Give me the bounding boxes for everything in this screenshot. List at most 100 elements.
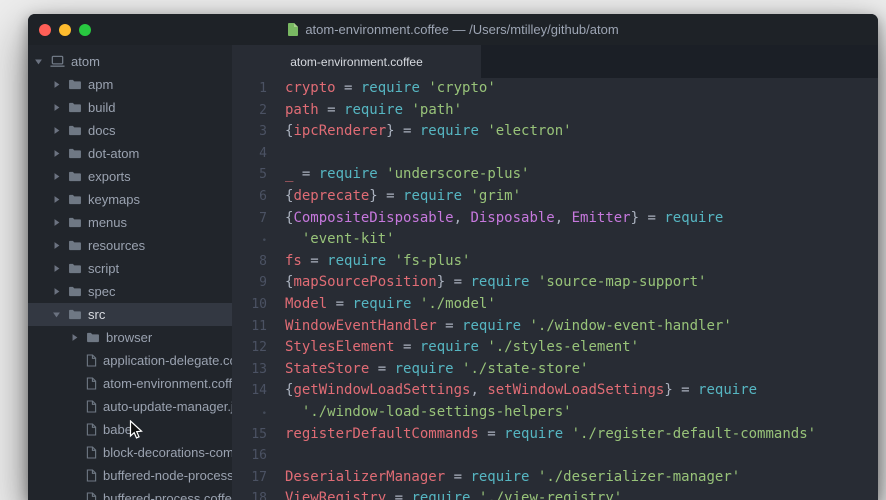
tree-item-label: menus — [88, 215, 127, 230]
file-icon — [86, 377, 97, 390]
line-number: 1 — [232, 78, 267, 100]
tree-item-build[interactable]: build — [28, 96, 232, 119]
line-number: 10 — [232, 294, 267, 316]
tree-item-application-delegate.co[interactable]: application-delegate.co — [28, 349, 232, 372]
chevron-right-icon[interactable] — [52, 126, 68, 135]
tree-item-buffered-node-process[interactable]: buffered-node-process — [28, 464, 232, 487]
file-icon — [86, 400, 97, 413]
code-line[interactable]: 12StylesElement = require './styles-elem… — [232, 337, 878, 359]
code-text: StylesElement = require './styles-elemen… — [267, 337, 639, 359]
code-line[interactable]: 15registerDefaultCommands = require './r… — [232, 424, 878, 446]
tree-item-label: script — [88, 261, 119, 276]
code-text: ViewRegistry = require './view-registry' — [267, 488, 622, 500]
code-lines: 1crypto = require 'crypto'2path = requir… — [232, 78, 878, 500]
chevron-right-icon[interactable] — [52, 218, 68, 227]
code-line[interactable]: 10Model = require './model' — [232, 294, 878, 316]
chevron-right-icon[interactable] — [52, 241, 68, 250]
chevron-right-icon[interactable] — [52, 103, 68, 112]
code-line[interactable]: 5_ = require 'underscore-plus' — [232, 164, 878, 186]
code-line[interactable]: 17DeserializerManager = require './deser… — [232, 467, 878, 489]
line-number: 6 — [232, 186, 267, 208]
code-text: 'event-kit' — [267, 229, 395, 251]
code-line[interactable]: 1crypto = require 'crypto' — [232, 78, 878, 100]
line-number: 18 — [232, 488, 267, 500]
tree-item-src[interactable]: src — [28, 303, 232, 326]
chevron-right-icon[interactable] — [52, 264, 68, 273]
code-text: registerDefaultCommands = require './reg… — [267, 424, 816, 446]
tree-item-label: atom — [71, 54, 100, 69]
folder-icon — [68, 194, 82, 205]
folder-icon — [68, 286, 82, 297]
code-line[interactable]: 9{mapSourcePosition} = require 'source-m… — [232, 272, 878, 294]
folder-icon — [68, 148, 82, 159]
code-line[interactable]: • 'event-kit' — [232, 229, 878, 251]
code-text: {CompositeDisposable, Disposable, Emitte… — [267, 208, 723, 230]
tree-item-buffered-process.coffe[interactable]: buffered-process.coffe — [28, 487, 232, 500]
chevron-right-icon[interactable] — [52, 172, 68, 181]
tab-atom-environment-coffee[interactable]: atom-environment.coffee — [232, 45, 481, 78]
tree-item-menus[interactable]: menus — [28, 211, 232, 234]
device-icon — [50, 55, 65, 68]
tree-item-resources[interactable]: resources — [28, 234, 232, 257]
chevron-right-icon[interactable] — [52, 287, 68, 296]
code-line[interactable]: 7{CompositeDisposable, Disposable, Emitt… — [232, 208, 878, 230]
code-line[interactable]: 14{getWindowLoadSettings, setWindowLoadS… — [232, 380, 878, 402]
line-number: 15 — [232, 424, 267, 446]
line-number: 7 — [232, 208, 267, 230]
code-line[interactable]: 18ViewRegistry = require './view-registr… — [232, 488, 878, 500]
line-number: 5 — [232, 164, 267, 186]
tree-item-script[interactable]: script — [28, 257, 232, 280]
code-text: {deprecate} = require 'grim' — [267, 186, 521, 208]
tree-item-label: application-delegate.co — [103, 353, 232, 368]
wrap-bullet: • — [232, 404, 267, 426]
file-icon — [86, 469, 97, 482]
code-line[interactable]: 16 — [232, 445, 878, 467]
code-text: DeserializerManager = require './deseria… — [267, 467, 740, 489]
line-number: 11 — [232, 316, 267, 338]
code-line[interactable]: 6{deprecate} = require 'grim' — [232, 186, 878, 208]
code-line[interactable]: 2path = require 'path' — [232, 100, 878, 122]
chevron-down-icon[interactable] — [34, 57, 50, 66]
tree-item-apm[interactable]: apm — [28, 73, 232, 96]
tree-item-label: docs — [88, 123, 115, 138]
file-icon — [86, 423, 97, 436]
zoom-button[interactable] — [79, 24, 91, 36]
chevron-right-icon[interactable] — [52, 80, 68, 89]
tree-item-spec[interactable]: spec — [28, 280, 232, 303]
tree-item-docs[interactable]: docs — [28, 119, 232, 142]
editor-pane: atom-environment.coffee 1crypto = requir… — [232, 45, 878, 500]
window-controls — [39, 14, 91, 45]
code-line[interactable]: 4 — [232, 143, 878, 165]
tree-item-label: keymaps — [88, 192, 140, 207]
minimize-button[interactable] — [59, 24, 71, 36]
tree-item-auto-update-manager.js[interactable]: auto-update-manager.js — [28, 395, 232, 418]
folder-icon — [68, 79, 82, 90]
chevron-down-icon[interactable] — [52, 310, 68, 319]
code-line[interactable]: 13StateStore = require './state-store' — [232, 359, 878, 381]
line-number: 16 — [232, 445, 267, 467]
folder-icon — [86, 332, 100, 343]
file-icon — [86, 492, 97, 500]
tree-item-dot-atom[interactable]: dot-atom — [28, 142, 232, 165]
tree-item-atom-environment.coffe[interactable]: atom-environment.coffe — [28, 372, 232, 395]
code-line[interactable]: 11WindowEventHandler = require './window… — [232, 316, 878, 338]
editor[interactable]: 1crypto = require 'crypto'2path = requir… — [232, 78, 878, 500]
folder-icon — [68, 125, 82, 136]
chevron-right-icon[interactable] — [52, 195, 68, 204]
chevron-right-icon[interactable] — [52, 149, 68, 158]
tree-item-label: buffered-node-process — [103, 468, 232, 483]
tree-item-atom[interactable]: atom — [28, 50, 232, 73]
tab-label: atom-environment.coffee — [290, 55, 423, 69]
tree-item-exports[interactable]: exports — [28, 165, 232, 188]
tree-item-browser[interactable]: browser — [28, 326, 232, 349]
tree-item-keymaps[interactable]: keymaps — [28, 188, 232, 211]
code-line[interactable]: 3{ipcRenderer} = require 'electron' — [232, 121, 878, 143]
chevron-right-icon[interactable] — [70, 333, 86, 342]
folder-icon — [68, 102, 82, 113]
close-button[interactable] — [39, 24, 51, 36]
file-icon — [86, 446, 97, 459]
code-text: path = require 'path' — [267, 100, 462, 122]
code-line[interactable]: • './window-load-settings-helpers' — [232, 402, 878, 424]
title-bar[interactable]: atom-environment.coffee — /Users/mtilley… — [28, 14, 878, 45]
code-line[interactable]: 8fs = require 'fs-plus' — [232, 251, 878, 273]
